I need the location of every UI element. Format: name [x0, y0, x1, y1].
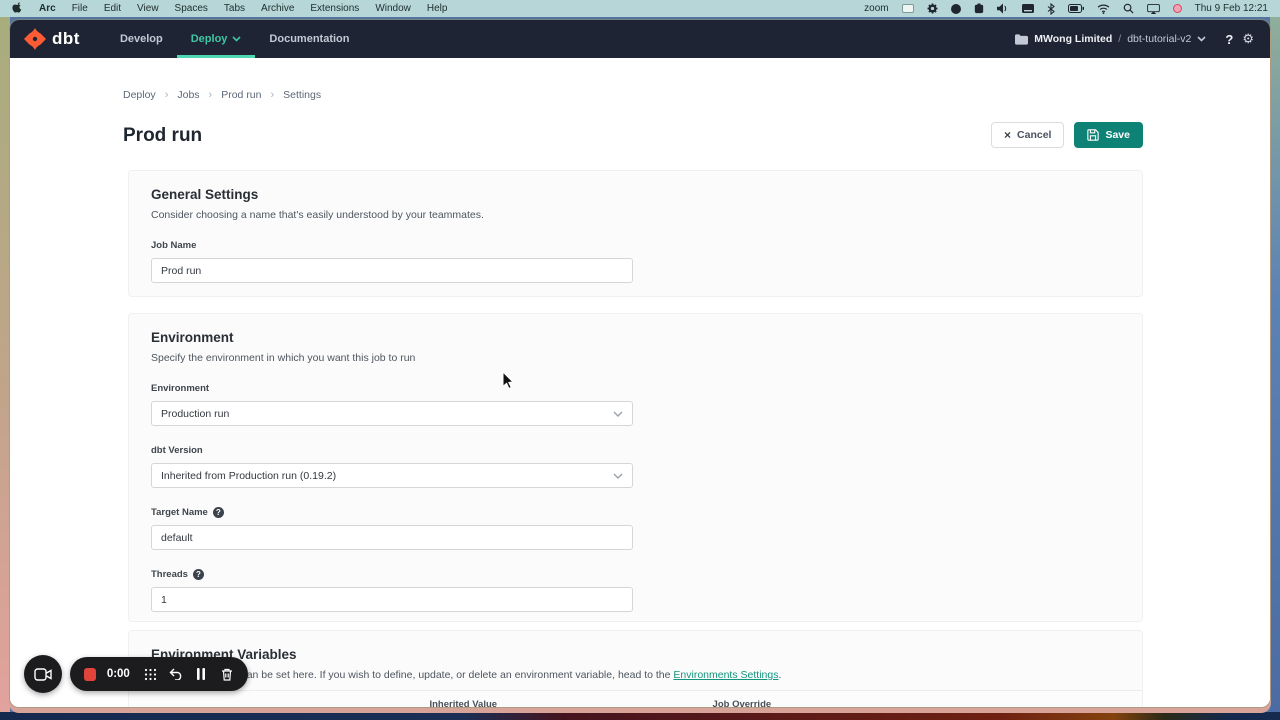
environments-settings-link[interactable]: Environments Settings: [673, 669, 778, 681]
battery-icon[interactable]: [1068, 3, 1084, 15]
menubar-item-archive[interactable]: Archive: [261, 3, 294, 14]
chevron-down-icon: [613, 411, 623, 417]
wifi-icon[interactable]: [1097, 3, 1110, 15]
menubar-item-file[interactable]: File: [72, 3, 88, 14]
menubar-item-edit[interactable]: Edit: [104, 3, 121, 14]
keyboard-icon[interactable]: [1022, 3, 1034, 15]
gear-icon[interactable]: [927, 3, 938, 15]
threads-label: Threads ?: [151, 569, 1120, 580]
general-settings-subtitle: Consider choosing a name that's easily u…: [151, 209, 1120, 221]
effects-grid-icon[interactable]: [143, 666, 158, 682]
breadcrumb-deploy[interactable]: Deploy: [123, 89, 156, 101]
dbt-navbar: dbt Develop Deploy Documentation MWong L…: [10, 20, 1270, 58]
breadcrumb-separator: ›: [209, 89, 213, 101]
search-icon[interactable]: [1123, 3, 1134, 15]
environment-card: Environment Specify the environment in w…: [128, 313, 1143, 622]
help-icon[interactable]: ?: [1225, 32, 1233, 47]
chevron-down-icon: [613, 473, 623, 479]
screen-mirroring-icon[interactable]: [1147, 3, 1160, 15]
threads-input[interactable]: [151, 587, 633, 612]
account-project-switcher[interactable]: MWong Limited / dbt-tutorial-v2: [1015, 33, 1206, 45]
account-separator: /: [1118, 33, 1121, 45]
apple-icon[interactable]: [12, 3, 23, 15]
dbt-logo-text: dbt: [52, 29, 80, 49]
clock-icon[interactable]: [951, 3, 961, 15]
column-inherited-value: Inherited Value: [429, 699, 497, 707]
video-camera-icon: [34, 668, 52, 681]
menubar-item-window[interactable]: Window: [375, 3, 411, 14]
job-name-label: Job Name: [151, 240, 1120, 251]
breadcrumb-separator: ›: [165, 89, 169, 101]
project-name: dbt-tutorial-v2: [1127, 33, 1191, 45]
column-job-override: Job Override: [713, 699, 772, 707]
chevron-down-icon: [232, 36, 241, 42]
menubar-item-tabs[interactable]: Tabs: [224, 3, 245, 14]
breadcrumb-settings: Settings: [283, 89, 321, 101]
page-content: Deploy › Jobs › Prod run › Settings Prod…: [10, 58, 1270, 707]
macos-menubar: Arc File Edit View Spaces Tabs Archive E…: [0, 0, 1280, 17]
recording-indicator-icon[interactable]: [1173, 3, 1182, 15]
save-icon: [1087, 129, 1099, 141]
menubar-item-help[interactable]: Help: [427, 3, 448, 14]
target-name-label: Target Name ?: [151, 507, 1120, 518]
dbt-logo-icon: [24, 28, 46, 50]
recording-timer: 0:00: [107, 668, 130, 680]
menubar-clock[interactable]: Thu 9 Feb 12:21: [1195, 3, 1268, 14]
settings-gear-icon[interactable]: ⚙: [1242, 31, 1254, 47]
general-settings-title: General Settings: [151, 187, 1120, 202]
wallpaper-right: [1270, 17, 1280, 720]
delete-recording-icon[interactable]: [219, 666, 234, 682]
account-name: MWong Limited: [1034, 33, 1112, 45]
target-name-input[interactable]: [151, 525, 633, 550]
dbt-version-select[interactable]: Inherited from Production run (0.19.2): [151, 463, 633, 488]
dbt-logo[interactable]: dbt: [10, 20, 106, 58]
menubar-zoom-label[interactable]: zoom: [864, 3, 888, 14]
environment-select-label: Environment: [151, 383, 1120, 394]
breadcrumb: Deploy › Jobs › Prod run › Settings: [123, 89, 321, 101]
help-tooltip-icon[interactable]: ?: [193, 569, 204, 580]
chevron-down-icon: [1197, 36, 1206, 42]
environment-select[interactable]: Production run: [151, 401, 633, 426]
breadcrumb-prod-run[interactable]: Prod run: [221, 89, 261, 101]
camera-toggle-button[interactable]: [24, 655, 62, 693]
table-header-row: Inherited Value Job Override: [129, 690, 1142, 707]
wallpaper-bottom: [0, 712, 1280, 720]
menubar-item-spaces[interactable]: Spaces: [175, 3, 208, 14]
volume-icon[interactable]: [997, 3, 1009, 15]
recording-toolbar: 0:00: [70, 657, 248, 691]
stop-recording-button[interactable]: [84, 668, 96, 681]
nav-item-deploy[interactable]: Deploy: [177, 20, 256, 58]
backup-app-icon[interactable]: [974, 3, 984, 15]
menubar-item-extensions[interactable]: Extensions: [310, 3, 359, 14]
environment-variables-table: Inherited Value Job Override: [129, 690, 1142, 707]
dbt-version-label: dbt Version: [151, 445, 1120, 456]
pause-recording-icon[interactable]: [194, 666, 209, 682]
screen-icon[interactable]: [902, 3, 914, 15]
folder-icon: [1015, 34, 1028, 45]
breadcrumb-jobs[interactable]: Jobs: [177, 89, 199, 101]
cancel-button[interactable]: × Cancel: [991, 122, 1064, 148]
wallpaper-left: [0, 17, 10, 720]
save-button[interactable]: Save: [1074, 122, 1143, 148]
restart-recording-icon[interactable]: [168, 666, 183, 682]
browser-window: dbt Develop Deploy Documentation MWong L…: [10, 20, 1270, 707]
page-actions: × Cancel Save: [991, 122, 1143, 148]
menubar-app-name[interactable]: Arc: [39, 3, 56, 14]
nav-item-documentation[interactable]: Documentation: [255, 20, 363, 58]
general-settings-card: General Settings Consider choosing a nam…: [128, 170, 1143, 297]
environment-title: Environment: [151, 330, 1120, 345]
close-icon: ×: [1004, 128, 1011, 142]
page-title: Prod run: [123, 125, 202, 147]
menubar-item-view[interactable]: View: [137, 3, 159, 14]
nav-item-develop[interactable]: Develop: [106, 20, 177, 58]
environment-subtitle: Specify the environment in which you wan…: [151, 352, 1120, 364]
breadcrumb-separator: ›: [271, 89, 275, 101]
environment-variables-title: Environment Variables: [151, 647, 1120, 662]
environment-variables-card: Environment Variables Job level override…: [128, 630, 1143, 707]
job-name-input[interactable]: [151, 258, 633, 283]
bluetooth-icon[interactable]: [1047, 3, 1055, 15]
help-tooltip-icon[interactable]: ?: [213, 507, 224, 518]
environment-variables-description: Job level overrides can be set here. If …: [151, 669, 1120, 681]
